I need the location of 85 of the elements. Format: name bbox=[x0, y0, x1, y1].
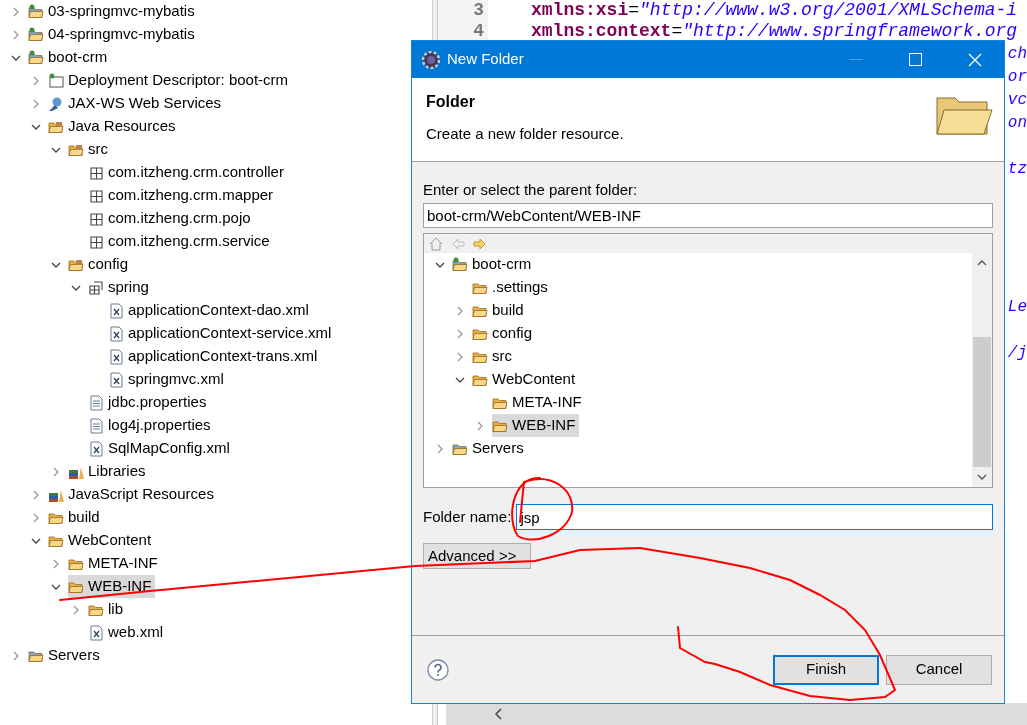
tree-item[interactable]: 03-springmvc-mybatis bbox=[28, 0, 199, 23]
tree-item[interactable]: boot-crm bbox=[452, 253, 536, 276]
tree-item[interactable]: boot-crm bbox=[28, 46, 112, 69]
text-file-icon bbox=[88, 417, 104, 434]
tree-item[interactable]: spring bbox=[88, 276, 153, 299]
code-fragment: tz bbox=[1007, 158, 1027, 180]
globe-icon bbox=[48, 95, 64, 112]
code-line: xmlns:context="http://www.springframework.org bbox=[530, 21, 1018, 42]
tree-item[interactable]: log4j.properties bbox=[88, 414, 215, 437]
line-number: 3 bbox=[438, 0, 488, 21]
tree-item[interactable]: web.xml bbox=[88, 621, 167, 644]
tree-item[interactable]: META-INF bbox=[68, 552, 162, 575]
dialog-description: Create a new folder resource. bbox=[426, 124, 625, 144]
tree-item[interactable]: src bbox=[68, 138, 112, 161]
scrollbar[interactable] bbox=[972, 253, 992, 487]
tree-item[interactable]: SqlMapConfig.xml bbox=[88, 437, 234, 460]
package-group-icon bbox=[88, 279, 104, 296]
code-fragment: or bbox=[1007, 66, 1027, 88]
project-folder-icon bbox=[28, 3, 44, 20]
close-icon[interactable] bbox=[968, 52, 982, 67]
code-fragment: Le bbox=[1007, 296, 1027, 318]
project-folder-icon bbox=[28, 49, 44, 66]
field-label: Folder name: bbox=[423, 506, 512, 527]
tree-item[interactable]: .settings bbox=[472, 276, 552, 299]
tree-item[interactable]: JavaScript Resources bbox=[48, 483, 218, 506]
folder-icon bbox=[934, 94, 994, 138]
tree-item[interactable]: JAX-WS Web Services bbox=[48, 92, 226, 115]
xml-file-icon bbox=[88, 440, 104, 457]
finish-button[interactable]: Finish bbox=[773, 654, 879, 685]
code-fragment: ch bbox=[1007, 43, 1027, 65]
tree-item[interactable]: WEB-INF bbox=[492, 414, 580, 437]
package-icon bbox=[88, 233, 104, 250]
xml-file-icon bbox=[108, 325, 124, 342]
advanced-button[interactable]: Advanced >> bbox=[423, 543, 531, 569]
code-fragment: on bbox=[1007, 112, 1027, 134]
tree-item[interactable]: Deployment Descriptor: boot-crm bbox=[48, 69, 293, 92]
tree-item[interactable]: WEB-INF bbox=[68, 575, 156, 598]
tree-item[interactable]: springmvc.xml bbox=[108, 368, 228, 391]
window-title: New Folder bbox=[447, 49, 525, 70]
xml-file-icon bbox=[88, 624, 104, 641]
xml-file-icon bbox=[108, 348, 124, 365]
parent-folder-field[interactable]: boot-crm/WebContent/WEB-INF bbox=[423, 203, 993, 228]
minimize-icon[interactable] bbox=[849, 58, 863, 61]
code-fragment: /j bbox=[1007, 342, 1027, 364]
maximize-icon[interactable] bbox=[909, 53, 922, 66]
tree-item[interactable]: com.itzheng.crm.mapper bbox=[88, 184, 278, 207]
code-fragment: vc bbox=[1007, 89, 1027, 111]
xml-file-icon bbox=[108, 302, 124, 319]
tree-item[interactable]: WebContent bbox=[472, 368, 580, 391]
tree-item[interactable]: lib bbox=[88, 598, 127, 621]
tree-item[interactable]: 04-springmvc-mybatis bbox=[28, 23, 199, 46]
tree-item[interactable]: com.itzheng.crm.pojo bbox=[88, 207, 255, 230]
tree-item[interactable]: WebContent bbox=[48, 529, 156, 552]
project-folder-icon bbox=[452, 256, 468, 273]
tree-item[interactable]: applicationContext-service.xml bbox=[108, 322, 336, 345]
cancel-button[interactable]: Cancel bbox=[886, 654, 992, 685]
xml-file-icon bbox=[108, 371, 124, 388]
tree-item[interactable]: Servers bbox=[452, 437, 528, 460]
tree-item[interactable]: com.itzheng.crm.service bbox=[88, 230, 274, 253]
tree-item[interactable]: config bbox=[68, 253, 133, 276]
tree-item[interactable]: src bbox=[472, 345, 516, 368]
tree-item[interactable]: Servers bbox=[28, 644, 104, 667]
help-icon[interactable] bbox=[427, 658, 449, 681]
tree-item[interactable]: applicationContext-dao.xml bbox=[108, 299, 313, 322]
tree-item[interactable]: build bbox=[472, 299, 528, 322]
field-label: Enter or select the parent folder: bbox=[423, 180, 639, 200]
text-file-icon bbox=[88, 394, 104, 411]
tree-item[interactable]: Libraries bbox=[68, 460, 150, 483]
tree-item[interactable]: jdbc.properties bbox=[88, 391, 211, 414]
package-icon bbox=[88, 164, 104, 181]
dialog-heading: Folder bbox=[426, 92, 476, 112]
scroll-left-icon[interactable] bbox=[494, 708, 504, 720]
project-folder-icon bbox=[28, 26, 44, 43]
tree-item[interactable]: config bbox=[472, 322, 537, 345]
tree-item[interactable]: META-INF bbox=[492, 391, 586, 414]
code-line: xmlns:xsi="http://www.w3.org/2001/XMLSchema-i bbox=[530, 0, 1018, 21]
package-icon bbox=[88, 210, 104, 227]
tree-item[interactable]: Java Resources bbox=[48, 115, 180, 138]
tree-item[interactable]: build bbox=[48, 506, 104, 529]
tree-item[interactable]: com.itzheng.crm.controller bbox=[88, 161, 288, 184]
line-number: 4 bbox=[438, 21, 488, 42]
gear-icon bbox=[421, 49, 441, 70]
package-icon bbox=[88, 187, 104, 204]
tree-item[interactable]: applicationContext-trans.xml bbox=[108, 345, 322, 368]
descriptor-icon bbox=[48, 72, 64, 89]
